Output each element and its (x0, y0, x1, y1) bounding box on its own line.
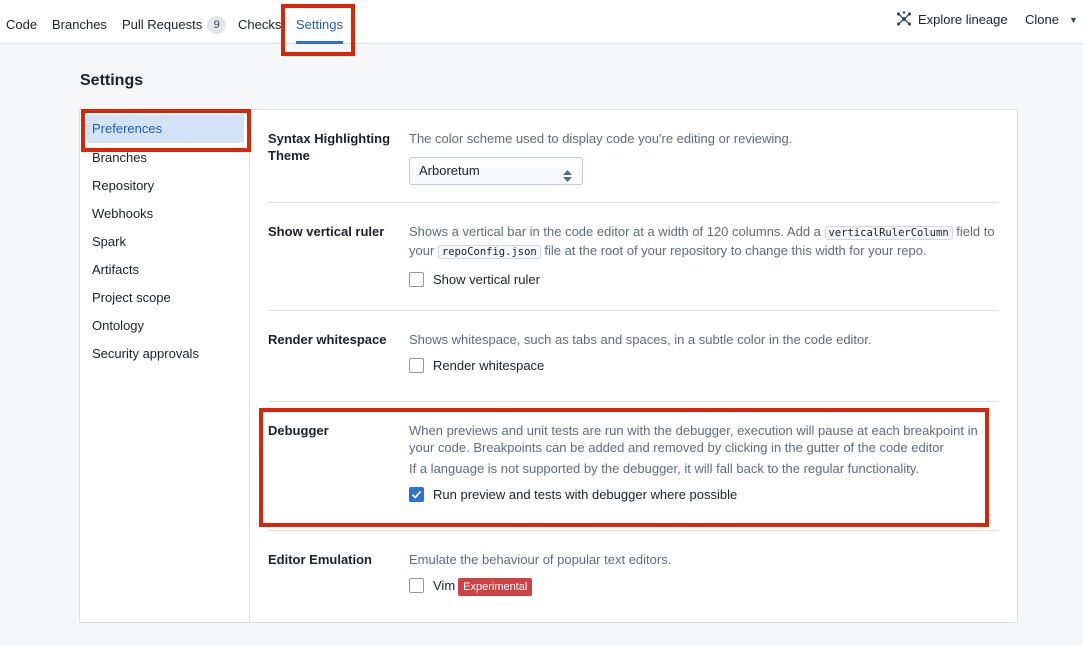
settings-sidebar: Preferences Branches Repository Webhooks… (80, 110, 250, 622)
sidebar-item-preferences[interactable]: Preferences (86, 115, 244, 143)
section-description: Emulate the behaviour of popular text ed… (409, 552, 672, 567)
tab-label: Branches (52, 17, 107, 32)
section-divider (268, 202, 998, 203)
caret-down-icon: ▼ (1068, 15, 1078, 25)
sidebar-item-artifacts[interactable]: Artifacts (86, 256, 244, 284)
explore-lineage-label: Explore lineage (918, 12, 1008, 27)
section-description: When previews and unit tests are run wit… (409, 423, 978, 455)
section-description-secondary: If a language is not supported by the de… (409, 461, 919, 476)
lineage-icon (896, 3, 912, 43)
tab-settings[interactable]: Settings (296, 0, 343, 44)
tab-label: Checks (238, 17, 282, 32)
vim-checkbox[interactable]: Vim Experimental (409, 577, 999, 596)
section-divider (268, 401, 998, 402)
sidebar-item-ontology[interactable]: Ontology (86, 312, 244, 340)
debugger-checkbox[interactable]: Run preview and tests with debugger wher… (409, 486, 999, 504)
section-divider (268, 530, 998, 531)
section-description: The color scheme used to display code yo… (409, 131, 793, 146)
section-label: Syntax Highlighting Theme (268, 131, 391, 163)
syntax-theme-select[interactable]: Arboretum (409, 157, 583, 185)
page-title: Settings (80, 72, 144, 89)
checkbox-box[interactable] (409, 358, 424, 373)
desc-text: file at the root of your repository to c… (540, 243, 927, 258)
section-description: Shows whitespace, such as tabs and space… (409, 332, 872, 347)
sidebar-item-repository[interactable]: Repository (86, 172, 244, 200)
tab-pull-requests[interactable]: Pull Requests 9 (122, 0, 227, 44)
sidebar-item-project-scope[interactable]: Project scope (86, 284, 244, 312)
tab-label: Pull Requests (122, 17, 203, 32)
sidebar-item-spark[interactable]: Spark (86, 228, 244, 256)
checkbox-label: Vim (433, 578, 456, 593)
experimental-tag: Experimental (458, 578, 533, 596)
sidebar-item-branches[interactable]: Branches (86, 144, 244, 172)
double-caret-icon (563, 165, 572, 191)
tab-code[interactable]: Code (6, 0, 37, 44)
tab-branches[interactable]: Branches (52, 0, 107, 44)
explore-lineage-button[interactable]: Explore lineage (896, 0, 1008, 44)
checkbox-box[interactable] (409, 272, 424, 287)
checkbox-label: Show vertical ruler (433, 272, 540, 287)
desc-text: Shows a vertical bar in the code editor … (409, 224, 825, 239)
section-label: Editor Emulation (268, 552, 372, 567)
section-label: Render whitespace (268, 332, 387, 347)
section-description: Shows a vertical bar in the code editor … (409, 223, 999, 261)
sidebar-item-security-approvals[interactable]: Security approvals (86, 340, 244, 368)
show-vertical-ruler-checkbox[interactable]: Show vertical ruler (409, 271, 999, 289)
checkbox-box[interactable] (409, 487, 424, 502)
checkbox-label: Render whitespace (433, 358, 545, 373)
tab-checks[interactable]: Checks (238, 0, 281, 44)
checkmark-icon (411, 490, 422, 499)
sidebar-item-webhooks[interactable]: Webhooks (86, 200, 244, 228)
checkbox-label: Run preview and tests with debugger wher… (433, 487, 738, 502)
clone-label: Clone (1025, 12, 1059, 27)
active-tab-underline (296, 41, 343, 44)
code-vertical-ruler-column: verticalRulerColumn (824, 226, 953, 240)
render-whitespace-checkbox[interactable]: Render whitespace (409, 357, 999, 375)
clone-dropdown-button[interactable]: Clone ▼ (1025, 0, 1078, 44)
tab-label: Settings (296, 17, 343, 32)
section-divider (268, 310, 998, 311)
pull-requests-count-badge: 9 (207, 16, 227, 34)
section-label: Show vertical ruler (268, 224, 385, 239)
code-repo-config: repoConfig.json (437, 245, 541, 259)
tab-label: Code (6, 17, 38, 32)
select-value: Arboretum (419, 163, 480, 178)
section-label: Debugger (268, 423, 329, 438)
settings-panel: Preferences Branches Repository Webhooks… (79, 109, 1018, 623)
top-navigation-bar: Code Branches Pull Requests 9 Checks Sett… (0, 0, 1083, 44)
preferences-content: Syntax Highlighting Theme The color sche… (251, 110, 1017, 622)
checkbox-box[interactable] (409, 578, 424, 593)
